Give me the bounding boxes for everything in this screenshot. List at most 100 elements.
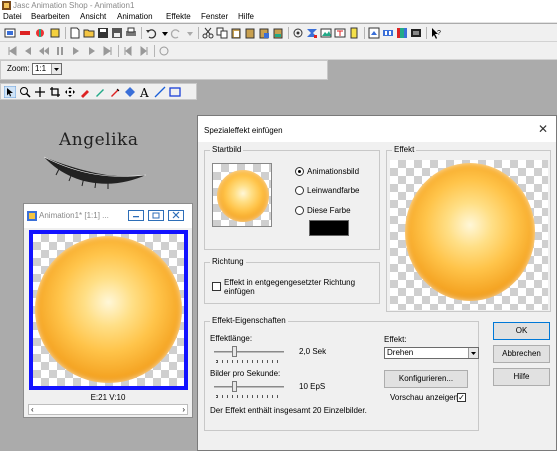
playback-toolbar (0, 42, 557, 60)
first-frame-icon[interactable] (6, 45, 18, 57)
chevron-down-icon[interactable] (51, 64, 61, 74)
zoom-label: Zoom: (7, 64, 30, 73)
redo-icon[interactable] (170, 27, 182, 39)
fill-tool-icon[interactable] (124, 86, 136, 98)
paste-frame-icon[interactable] (272, 27, 284, 39)
paste-before-icon[interactable] (244, 27, 256, 39)
main-toolbar: ? (0, 24, 557, 42)
zoom-tool-icon[interactable] (19, 86, 31, 98)
radio-animation-image[interactable] (295, 167, 304, 176)
stop-forward-icon[interactable] (138, 45, 150, 57)
paste-icon[interactable] (230, 27, 242, 39)
move-tool-icon[interactable] (34, 86, 46, 98)
menu-bearbeiten[interactable]: Bearbeiten (31, 11, 70, 23)
new-animation-wizard-icon[interactable] (4, 27, 16, 39)
previous-frame-icon[interactable] (22, 45, 34, 57)
menu-datei[interactable]: Datei (3, 11, 22, 23)
redo-dropdown-icon[interactable] (184, 27, 196, 39)
help-button[interactable]: Hilfe (493, 368, 550, 386)
reverse-direction-checkbox[interactable] (212, 282, 221, 291)
loop-icon[interactable] (158, 45, 170, 57)
animation-frame-border (29, 230, 188, 390)
save-as-icon[interactable] (111, 27, 123, 39)
radio-this-color[interactable] (295, 206, 304, 215)
fps-slider-thumb[interactable] (232, 381, 237, 392)
effect-select[interactable]: Drehen (384, 347, 479, 359)
menu-effekte[interactable]: Effekte (166, 11, 191, 23)
frame-properties-icon[interactable] (292, 27, 304, 39)
fps-slider[interactable] (214, 386, 284, 388)
wizard-icon[interactable] (49, 27, 61, 39)
menu-hilfe[interactable]: Hilfe (238, 11, 254, 23)
horizontal-scrollbar[interactable]: ‹ › (28, 404, 188, 415)
new-file-icon[interactable] (69, 27, 81, 39)
paste-after-icon[interactable] (258, 27, 270, 39)
view-animation-icon[interactable] (368, 27, 380, 39)
cancel-button[interactable]: Abbrechen (493, 345, 550, 363)
line-tool-icon[interactable] (154, 86, 166, 98)
menu-fenster[interactable]: Fenster (201, 11, 228, 23)
effect-preview (390, 160, 548, 310)
effect-length-label: Effektlänge: (210, 334, 253, 343)
color-swatch[interactable] (309, 220, 349, 236)
rewind-icon[interactable] (38, 45, 50, 57)
crop-tool-icon[interactable] (49, 86, 61, 98)
sun-image (35, 236, 182, 383)
undo-icon[interactable] (145, 27, 157, 39)
maximize-button[interactable] (148, 210, 164, 221)
stop-back-icon[interactable] (122, 45, 134, 57)
effect-properties-group-label: Effekt-Eigenschaften (210, 316, 288, 326)
show-preview-checkbox[interactable]: ✓ (457, 393, 466, 402)
copy-icon[interactable] (216, 27, 228, 39)
effect-length-slider[interactable] (214, 351, 284, 353)
insert-frames-icon[interactable] (306, 27, 318, 39)
zoom-select[interactable]: 1:1 (32, 63, 62, 75)
configure-button[interactable]: Konfigurieren... (384, 370, 468, 388)
optimize-icon[interactable] (34, 27, 46, 39)
start-image-preview (212, 163, 272, 227)
banner-wizard-icon[interactable] (19, 27, 31, 39)
image-effect-icon[interactable] (320, 27, 332, 39)
tools-toolbar: A (0, 83, 197, 100)
animation-canvas[interactable] (33, 234, 184, 386)
effect-length-slider-thumb[interactable] (232, 346, 237, 357)
close-icon[interactable]: ✕ (538, 122, 548, 136)
menu-animation[interactable]: Animation (117, 11, 153, 23)
color-palette-icon[interactable] (396, 27, 408, 39)
film-icon[interactable] (410, 27, 422, 39)
rectangle-tool-icon[interactable] (169, 86, 181, 98)
minimize-button[interactable] (128, 210, 144, 221)
open-folder-icon[interactable] (83, 27, 95, 39)
brush-tool-icon[interactable] (94, 86, 106, 98)
last-frame-icon[interactable] (102, 45, 114, 57)
text-effect-icon[interactable] (334, 27, 346, 39)
title-bar: Jasc Animation Shop - Animation1 (0, 0, 557, 11)
eraser-tool-icon[interactable] (109, 86, 121, 98)
radio-canvas-color-label: Leinwandfarbe (307, 186, 360, 195)
mover-tool-icon[interactable] (64, 86, 76, 98)
animation-title-bar: Animation1* [1:1] ... (24, 204, 192, 228)
print-icon[interactable] (125, 27, 137, 39)
cut-icon[interactable] (202, 27, 214, 39)
menu-bar: Datei Bearbeiten Ansicht Animation Effek… (0, 11, 557, 23)
window-title: Jasc Animation Shop - Animation1 (13, 1, 135, 10)
svg-text:?: ? (437, 30, 441, 37)
play-icon[interactable] (70, 45, 82, 57)
radio-canvas-color[interactable] (295, 186, 304, 195)
save-icon[interactable] (97, 27, 109, 39)
dropper-tool-icon[interactable] (79, 86, 91, 98)
feather-icon (43, 156, 147, 189)
pause-icon[interactable] (54, 45, 66, 57)
chevron-down-icon[interactable] (468, 348, 478, 358)
menu-ansicht[interactable]: Ansicht (80, 11, 106, 23)
crop-to-frame-icon[interactable] (348, 27, 360, 39)
next-frame-icon[interactable] (86, 45, 98, 57)
arrow-tool-icon[interactable] (4, 86, 16, 98)
frame-strip-icon[interactable] (382, 27, 394, 39)
context-help-icon[interactable]: ? (430, 27, 442, 39)
scroll-right-icon[interactable]: › (182, 405, 185, 414)
scroll-left-icon[interactable]: ‹ (31, 405, 34, 414)
ok-button[interactable]: OK (493, 322, 550, 340)
close-button[interactable] (168, 210, 184, 221)
text-tool-icon[interactable]: A (139, 86, 151, 98)
